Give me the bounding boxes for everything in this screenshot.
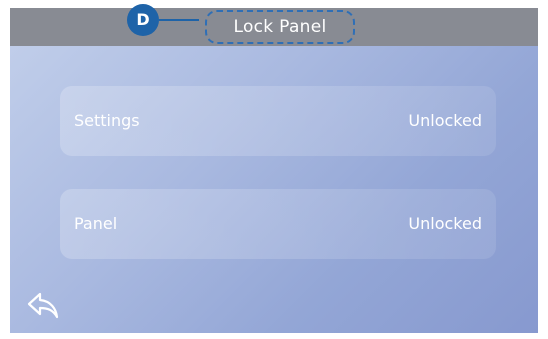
back-arrow-icon: [27, 292, 59, 319]
settings-lock-row[interactable]: Settings Unlocked: [60, 86, 496, 156]
callout-connector-line: [159, 19, 199, 21]
title-bar: Lock Panel: [10, 8, 538, 46]
settings-status: Unlocked: [408, 111, 482, 130]
page-title: Lock Panel: [233, 17, 327, 37]
panel-label: Panel: [74, 214, 118, 233]
settings-label: Settings: [74, 111, 140, 130]
back-button[interactable]: [26, 290, 62, 320]
lock-panel-screen: Lock Panel Settings Unlocked Panel Unloc…: [10, 8, 538, 333]
callout-badge: D: [127, 4, 159, 36]
panel-lock-row[interactable]: Panel Unlocked: [60, 189, 496, 259]
panel-status: Unlocked: [408, 214, 482, 233]
